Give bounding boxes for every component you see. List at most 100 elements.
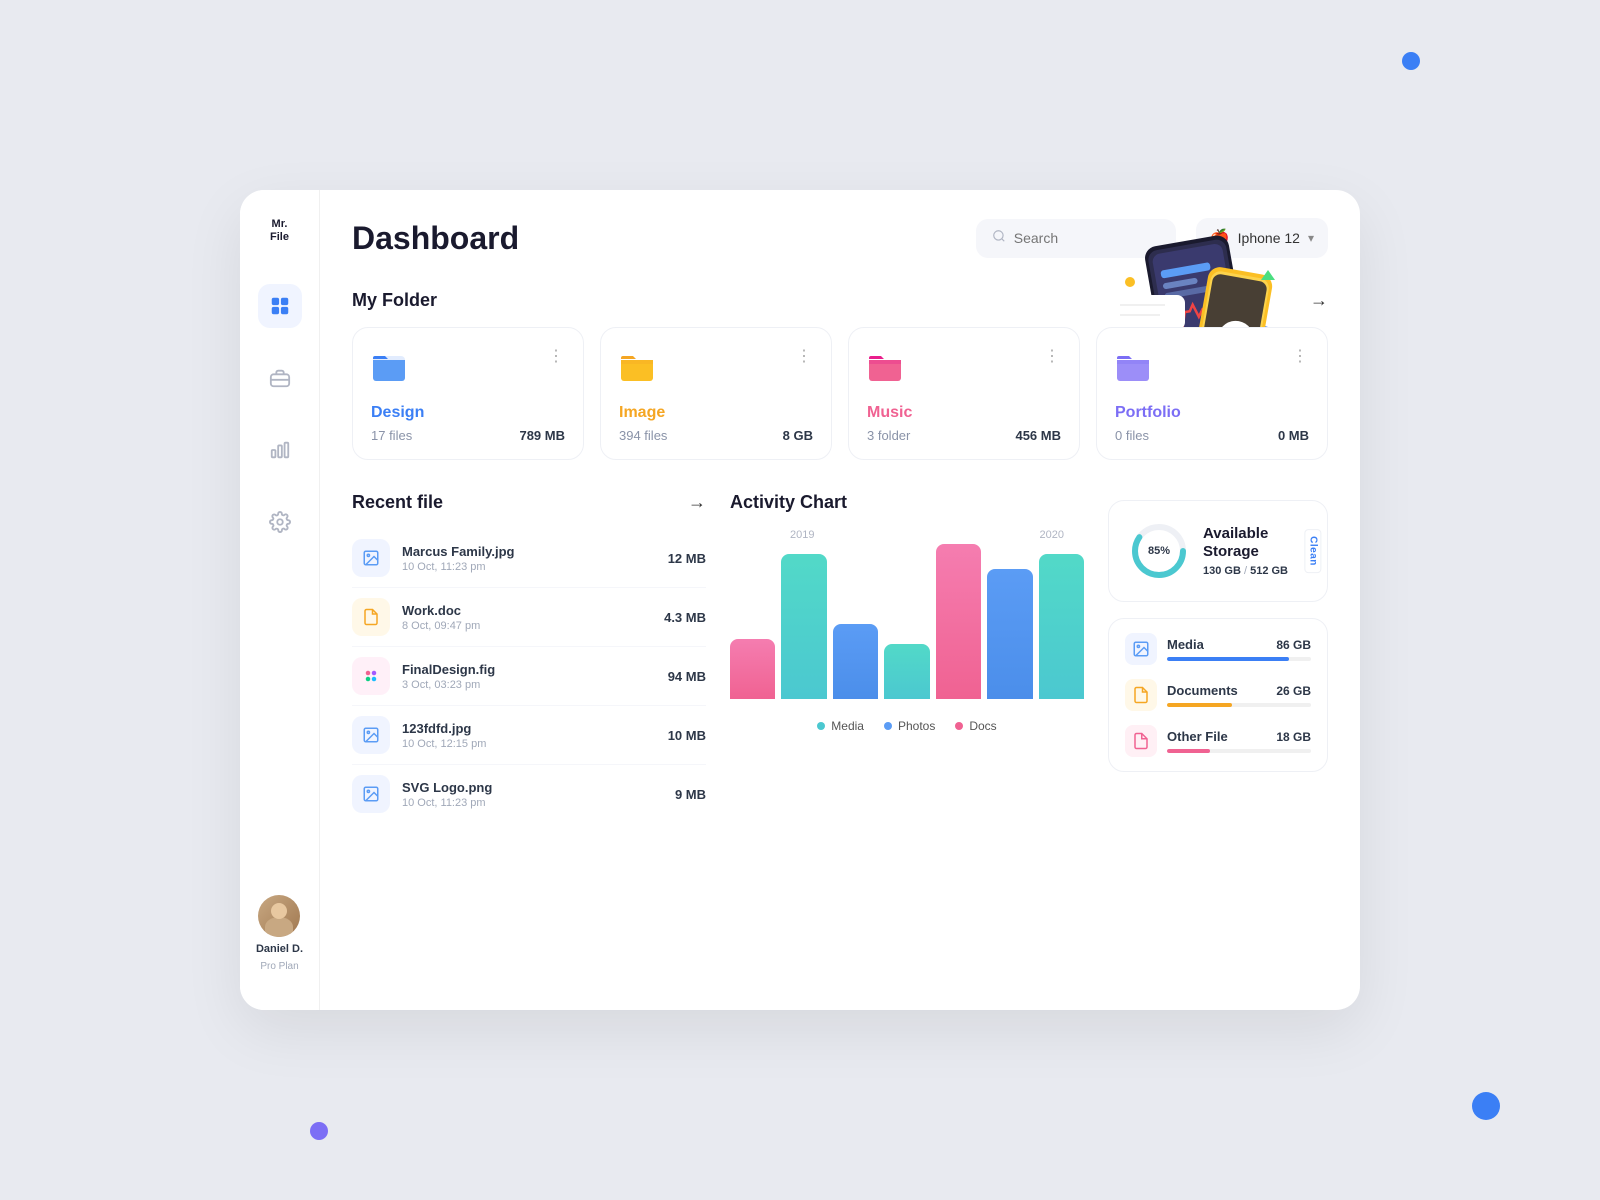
device-icon: 🍎 [1210,228,1230,248]
folder-card-image[interactable]: ⋮ Image 394 files 8 GB [600,327,832,460]
legend-photos: Photos [884,719,935,733]
folder-count-music: 3 folder [867,428,910,443]
legend-media: Media [817,719,864,733]
chart-icon [269,439,291,461]
decorative-dot-top [1402,52,1420,70]
device-name: Iphone 12 [1238,230,1300,246]
storage-item-size-other: 18 GB [1276,730,1311,744]
bar-5 [936,544,981,699]
sidebar-item-briefcase[interactable] [258,356,302,400]
list-item[interactable]: Marcus Family.jpg 10 Oct, 11:23 pm 12 MB [352,529,706,588]
activity-chart-title: Activity Chart [730,492,847,513]
file-date: 10 Oct, 12:15 pm [402,738,668,750]
file-name: SVG Logo.png [402,780,675,795]
recent-files-panel: Recent file → Marcus Family.jpg 10 Oct, … [352,492,706,823]
bar-3 [833,624,878,699]
my-folder-arrow[interactable]: → [1310,290,1328,311]
bar-7 [1039,554,1084,699]
recent-files-title: Recent file [352,492,443,513]
folder-size-design: 789 MB [519,428,565,443]
folder-menu-design[interactable]: ⋮ [548,346,565,366]
search-bar[interactable] [976,219,1176,258]
sidebar-item-chart[interactable] [258,428,302,472]
folder-icon-portfolio [1115,346,1151,390]
folder-card-music[interactable]: ⋮ Music 3 folder 456 MB [848,327,1080,460]
storage-bar-fill-docs [1167,703,1232,707]
my-folder-section-header: My Folder → [352,290,1328,311]
chart-year-2019: 2019 [790,529,814,541]
file-date: 3 Oct, 03:23 pm [402,679,668,691]
folder-size-image: 8 GB [783,428,813,443]
legend-label-docs: Docs [969,719,996,733]
folder-menu-image[interactable]: ⋮ [796,346,813,366]
sidebar-nav [258,284,302,895]
header: Dashboard 🍎 Iphone 12 ▾ [352,218,1328,258]
list-item[interactable]: 123fdfd.jpg 10 Oct, 12:15 pm 10 MB [352,706,706,765]
app-card: Mr.File [240,190,1360,1010]
sidebar: Mr.File [240,190,320,1010]
list-item[interactable]: SVG Logo.png 10 Oct, 11:23 pm 9 MB [352,765,706,823]
main-content: Dashboard 🍎 Iphone 12 ▾ [320,190,1360,1010]
bar-2 [781,554,826,699]
chart-year-2020: 2020 [1040,529,1064,541]
storage-percent: 85% [1148,545,1170,557]
sidebar-item-grid[interactable] [258,284,302,328]
bar-4 [884,644,929,699]
user-plan: Pro Plan [260,961,298,972]
storage-title: Available Storage [1203,525,1307,561]
sidebar-item-settings[interactable] [258,500,302,544]
chart-area: 2019 2020 [730,529,1084,709]
doc-icon [1125,679,1157,711]
folder-count-design: 17 files [371,428,412,443]
bottom-left: Recent file → Marcus Family.jpg 10 Oct, … [352,492,1084,823]
my-folder-title: My Folder [352,290,437,311]
file-name: FinalDesign.fig [402,662,668,677]
folder-count-portfolio: 0 files [1115,428,1149,443]
app-logo: Mr.File [270,218,289,244]
clean-label[interactable]: Clean [1305,529,1322,573]
search-input[interactable] [1014,230,1160,246]
storage-bar-docs [1167,703,1311,707]
file-thumb-jpg [352,539,390,577]
folder-card-portfolio[interactable]: ⋮ Portfolio 0 files 0 MB [1096,327,1328,460]
legend-dot-media [817,722,825,730]
legend-label-media: Media [831,719,864,733]
list-item[interactable]: Work.doc 8 Oct, 09:47 pm 4.3 MB [352,588,706,647]
list-item[interactable]: FinalDesign.fig 3 Oct, 03:23 pm 94 MB [352,647,706,706]
recent-files-list: Marcus Family.jpg 10 Oct, 11:23 pm 12 MB… [352,529,706,823]
activity-chart-panel: Activity Chart 2019 2020 [730,492,1084,823]
device-selector[interactable]: 🍎 Iphone 12 ▾ [1196,218,1328,258]
folder-menu-music[interactable]: ⋮ [1044,346,1061,366]
bottom-section: Recent file → Marcus Family.jpg 10 Oct, … [352,492,1328,823]
user-name: Daniel D. [256,943,303,955]
storage-items: Media 86 GB [1108,618,1328,772]
folder-size-music: 456 MB [1015,428,1061,443]
right-panel: 85% Available Storage 130 GB / 512 GB Cl… [1108,492,1328,823]
folder-size-portfolio: 0 MB [1278,428,1309,443]
chart-legend: Media Photos Docs [730,719,1084,733]
storage-item-size-media: 86 GB [1276,638,1311,652]
folder-card-design[interactable]: ⋮ Design 17 files 789 MB [352,327,584,460]
file-size: 94 MB [668,669,706,684]
storage-item-media: Media 86 GB [1125,633,1311,665]
chart-bars [730,539,1084,699]
file-name: 123fdfd.jpg [402,721,668,736]
avatar[interactable] [258,895,300,937]
storage-detail: 130 GB / 512 GB [1203,565,1307,577]
bar-6 [987,569,1032,699]
sidebar-user: Daniel D. Pro Plan [256,895,303,982]
recent-files-arrow[interactable]: → [688,492,706,513]
storage-bar-fill-other [1167,749,1210,753]
storage-item-other: Other File 18 GB [1125,725,1311,757]
folder-menu-portfolio[interactable]: ⋮ [1292,346,1309,366]
folders-grid: ⋮ Design 17 files 789 MB ⋮ Image 394 fil [352,327,1328,460]
storage-info: Available Storage 130 GB / 512 GB [1203,525,1307,577]
file-date: 10 Oct, 11:23 pm [402,561,668,573]
folder-icon-music [867,346,903,390]
folder-name-portfolio: Portfolio [1115,404,1309,422]
storage-item-name-docs: Documents [1167,683,1238,698]
bar-1 [730,639,775,699]
storage-bar-media [1167,657,1311,661]
folder-name-image: Image [619,404,813,422]
media-icon [1125,633,1157,665]
